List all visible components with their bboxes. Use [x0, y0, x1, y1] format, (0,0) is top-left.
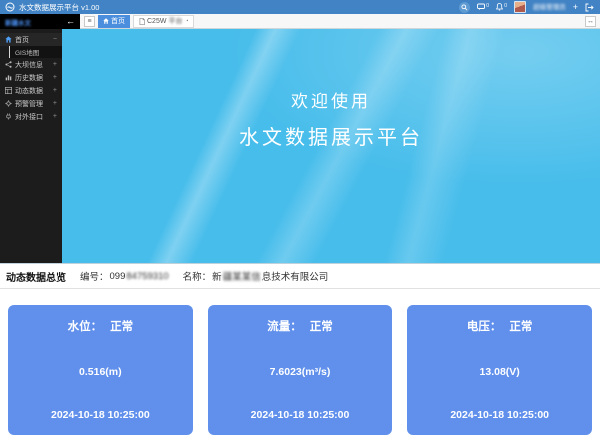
card-label: 流量：	[267, 321, 302, 333]
user-avatar[interactable]	[514, 1, 526, 13]
tab-home[interactable]: 首页	[98, 15, 130, 28]
card-timestamp: 2024-10-18 10:25:00	[251, 409, 350, 421]
expand-indicator: +	[53, 74, 57, 81]
status-cards-row: 水位： 正常 0.516(m) 2024-10-18 10:25:00 流量： 正常…	[0, 305, 600, 435]
sidebar-item-label: 动态数据	[15, 86, 43, 96]
sidebar-item-home[interactable]: 首页 −	[0, 33, 62, 46]
status-badge: 正常	[509, 321, 532, 333]
name-label: 名称：	[183, 269, 212, 283]
sidebar-item-dam-info[interactable]: 大坝信息 +	[0, 58, 62, 71]
sidebar-item-history-data[interactable]: 历史数据 +	[0, 71, 62, 84]
document-icon	[139, 18, 145, 25]
add-tab-button[interactable]: +	[573, 3, 578, 12]
tab-bar: ≡ 首页 C25W 平台 ▪ ↔	[80, 14, 600, 29]
status-badge: 正常	[310, 321, 333, 333]
search-button[interactable]	[459, 2, 470, 13]
card-label: 电压：	[467, 321, 502, 333]
brand-label: 新疆水文	[5, 17, 31, 27]
card-value: 0.516(m)	[79, 366, 122, 378]
welcome-text-line2: 水文数据展示平台	[62, 121, 600, 150]
table-icon	[5, 87, 12, 94]
bar-chart-icon	[5, 74, 12, 81]
expand-indicator: +	[53, 113, 57, 120]
sidebar-item-label: 首页	[15, 35, 29, 45]
card-label: 水位：	[68, 321, 103, 333]
card-timestamp: 2024-10-18 10:25:00	[450, 409, 549, 421]
dynamic-data-overview: 动态数据总览 编号： 099 84759310 名称： 新 疆某某信 息技术有限…	[0, 263, 600, 445]
name-value-prefix: 新	[212, 269, 222, 283]
tab-document[interactable]: C25W 平台 ▪	[133, 15, 194, 28]
home-icon	[103, 18, 109, 24]
messages-button[interactable]: 0	[477, 3, 489, 11]
sidebar-subitem-gis-map[interactable]: GIS地图	[9, 46, 62, 58]
collapse-sidebar-button[interactable]: ←	[66, 17, 75, 26]
name-value-suffix: 息技术有限公司	[262, 269, 329, 283]
share-nodes-icon	[5, 61, 12, 68]
code-value-prefix: 099	[110, 271, 126, 282]
card-title: 水位： 正常	[68, 318, 134, 334]
sidebar-item-label: 对外接口	[15, 112, 43, 122]
card-value: 7.6023(m³/s)	[270, 366, 331, 378]
top-navbar: 水文数据展示平台 v1.00 0 0	[0, 0, 600, 14]
status-badge: 正常	[110, 321, 133, 333]
card-value: 13.08(V)	[480, 366, 520, 378]
close-tab-icon[interactable]: ▪	[186, 18, 188, 24]
code-label: 编号：	[80, 269, 109, 283]
navbar-actions: 0 0 超级管理员 +	[459, 1, 594, 13]
sidebar-item-alert-manage[interactable]: 预警管理 +	[0, 97, 62, 110]
bell-icon	[496, 3, 503, 11]
expand-indicator: +	[53, 100, 57, 107]
logout-icon[interactable]	[585, 3, 594, 12]
sidebar-menu: 首页 − GIS地图 大坝信息 + 历史数据 +	[0, 29, 62, 263]
app-window: 水文数据展示平台 v1.00 0 0	[0, 0, 600, 445]
tab-home-label: 首页	[111, 16, 125, 26]
menu-toggle-button[interactable]: ≡	[84, 16, 95, 27]
welcome-text-line1: 欢迎使用	[62, 87, 600, 112]
water-level-card[interactable]: 水位： 正常 0.516(m) 2024-10-18 10:25:00	[8, 305, 193, 435]
code-value-masked: 84759310	[126, 271, 168, 282]
voltage-card[interactable]: 电压： 正常 13.08(V) 2024-10-18 10:25:00	[407, 305, 592, 435]
flow-card[interactable]: 流量： 正常 7.6023(m³/s) 2024-10-18 10:25:00	[208, 305, 393, 435]
search-icon	[461, 4, 468, 11]
sidebar-item-label: 预警管理	[15, 99, 43, 109]
gear-icon	[5, 100, 12, 107]
expand-indicator: +	[53, 61, 57, 68]
section-title: 动态数据总览	[6, 269, 66, 284]
notifications-count-badge: 0	[504, 3, 507, 9]
sidebar-subitem-label: GIS地图	[15, 47, 39, 57]
sidebar-header: 新疆水文 ←	[0, 14, 80, 29]
home-icon	[5, 36, 12, 43]
messages-count-badge: 0	[486, 3, 489, 9]
card-timestamp: 2024-10-18 10:25:00	[51, 409, 150, 421]
expand-tabs-button[interactable]: ↔	[585, 16, 596, 27]
sidebar-item-label: 大坝信息	[15, 60, 43, 70]
card-title: 电压： 正常	[467, 318, 533, 334]
expand-indicator: +	[53, 87, 57, 94]
sidebar-item-label: 历史数据	[15, 73, 43, 83]
overview-header: 动态数据总览 编号： 099 84759310 名称： 新 疆某某信 息技术有限…	[0, 264, 600, 289]
app-logo-icon	[5, 2, 15, 12]
sidebar-item-external-api[interactable]: 对外接口 +	[0, 110, 62, 123]
sidebar-item-dynamic-data[interactable]: 动态数据 +	[0, 84, 62, 97]
notifications-button[interactable]: 0	[496, 3, 507, 11]
card-title: 流量： 正常	[267, 318, 333, 334]
username-label[interactable]: 超级管理员	[533, 4, 566, 11]
plug-icon	[5, 113, 12, 120]
tab-document-label-masked: 平台	[168, 16, 182, 26]
welcome-banner: 欢迎使用 水文数据展示平台	[62, 29, 600, 263]
tab-document-label-prefix: C25W	[147, 18, 166, 25]
message-icon	[477, 3, 485, 11]
app-title: 水文数据展示平台 v1.00	[19, 2, 99, 13]
name-value-masked: 疆某某信	[223, 269, 261, 283]
collapse-indicator: −	[53, 36, 57, 43]
